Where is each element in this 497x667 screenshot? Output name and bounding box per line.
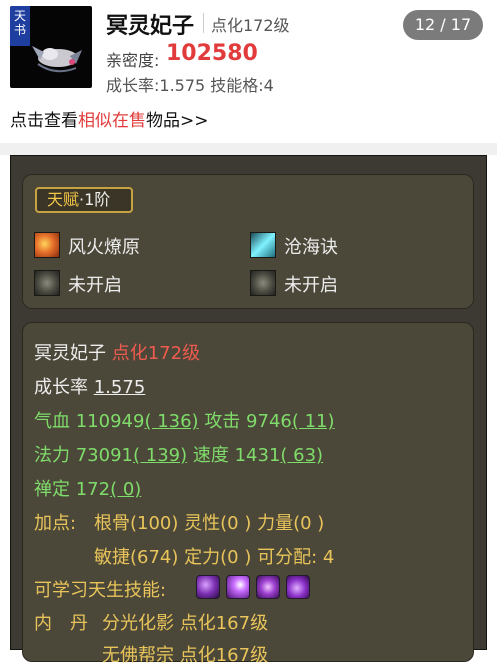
jiadian-line-1: 根骨(100) 灵性(0 ) 力量(0 ) <box>94 513 325 534</box>
chanding-value: 172 <box>75 479 111 500</box>
gongji-add: ( 11) <box>291 411 335 432</box>
talent-skill-label: 风火燎原 <box>68 237 140 258</box>
talent-skill-label: 沧海诀 <box>284 237 338 258</box>
intimacy-value: 102580 <box>166 41 258 66</box>
sudu-add: ( 63) <box>280 445 324 466</box>
fali-label: 法力 <box>34 445 70 466</box>
hp-attack-row: 气血 110949( 136) 攻击 9746( 11) <box>34 407 335 433</box>
innate-skill-1-icon[interactable] <box>196 575 220 599</box>
mana-speed-row: 法力 73091( 139) 速度 1431( 63) <box>34 441 323 467</box>
innate-skill-4-icon[interactable] <box>286 575 310 599</box>
gongji-value: 9746 <box>246 411 292 432</box>
innate-skill-2-icon[interactable] <box>226 575 250 599</box>
stats-pet-name: 冥灵妃子 <box>34 343 106 364</box>
sudu-label: 速度 <box>192 445 229 466</box>
talent-badge-title: 天赋 <box>47 190 80 209</box>
dianhua-level: 点化172级 <box>211 16 290 35</box>
locked-skill-icon[interactable] <box>250 270 276 296</box>
innate-skill-3-icon[interactable] <box>256 575 280 599</box>
neidan-label: 内 丹 <box>34 613 88 634</box>
neidan-1: 分光化影 点化167级 <box>102 613 269 634</box>
page-indicator: 12 / 17 <box>403 10 483 40</box>
tianshu-ribbon: 天 书 <box>10 6 30 46</box>
talent-badge-rank: ·1阶 <box>79 190 111 209</box>
talent-badge: 天赋·1阶 <box>35 187 133 213</box>
innate-skills-label: 可学习天生技能: <box>34 580 167 601</box>
item-header: 天 书 冥灵妃子 点化172级 12 / 17 亲密度: 102580 成长率:… <box>0 0 497 143</box>
stats-title: 冥灵妃子 点化172级 <box>34 339 200 365</box>
section-divider <box>0 143 497 155</box>
qixue-add: ( 136) <box>144 411 199 432</box>
qixue-value: 110949 <box>75 411 145 432</box>
growth-label: 成长率 <box>34 377 88 398</box>
stats-dianhua: 点化172级 <box>111 343 201 364</box>
locked-skill-icon[interactable] <box>34 270 60 296</box>
neidan-2: 无佛帮宗 点化167级 <box>102 645 269 666</box>
fali-value: 73091 <box>75 445 133 466</box>
fire-skill-icon[interactable] <box>34 232 60 258</box>
talent-skill-label: 未开启 <box>284 275 338 296</box>
sudu-value: 1431 <box>234 445 281 466</box>
similar-prefix: 点击查看 <box>10 111 78 131</box>
jiadian-label: 加点: <box>34 513 77 534</box>
talent-skill-label: 未开启 <box>68 275 122 296</box>
sea-skill-icon[interactable] <box>250 232 276 258</box>
pet-thumbnail[interactable]: 天 书 <box>10 6 92 88</box>
similar-suffix: 物品>> <box>146 111 209 131</box>
chanding-label: 禅定 <box>34 479 70 500</box>
jiadian-line-2: 敏捷(674) 定力(0 ) 可分配: 4 <box>94 547 335 568</box>
qixue-label: 气血 <box>34 411 70 432</box>
chanding-row: 禅定 172( 0) <box>34 475 141 501</box>
growth-value: 1.575 <box>93 377 146 398</box>
divider <box>203 13 204 33</box>
fali-add: ( 139) <box>133 445 188 466</box>
similar-highlight: 相似在售 <box>78 111 146 131</box>
growth-skill-slots: 成长率:1.575 技能格:4 <box>106 76 274 95</box>
chanding-add: ( 0) <box>110 479 142 500</box>
growth-row: 成长率 1.575 <box>34 373 145 399</box>
intimacy-label: 亲密度: <box>106 51 160 70</box>
gongji-label: 攻击 <box>204 411 241 432</box>
similar-items-link[interactable]: 点击查看相似在售物品>> <box>10 106 209 131</box>
pet-name: 冥灵妃子 <box>106 14 195 39</box>
